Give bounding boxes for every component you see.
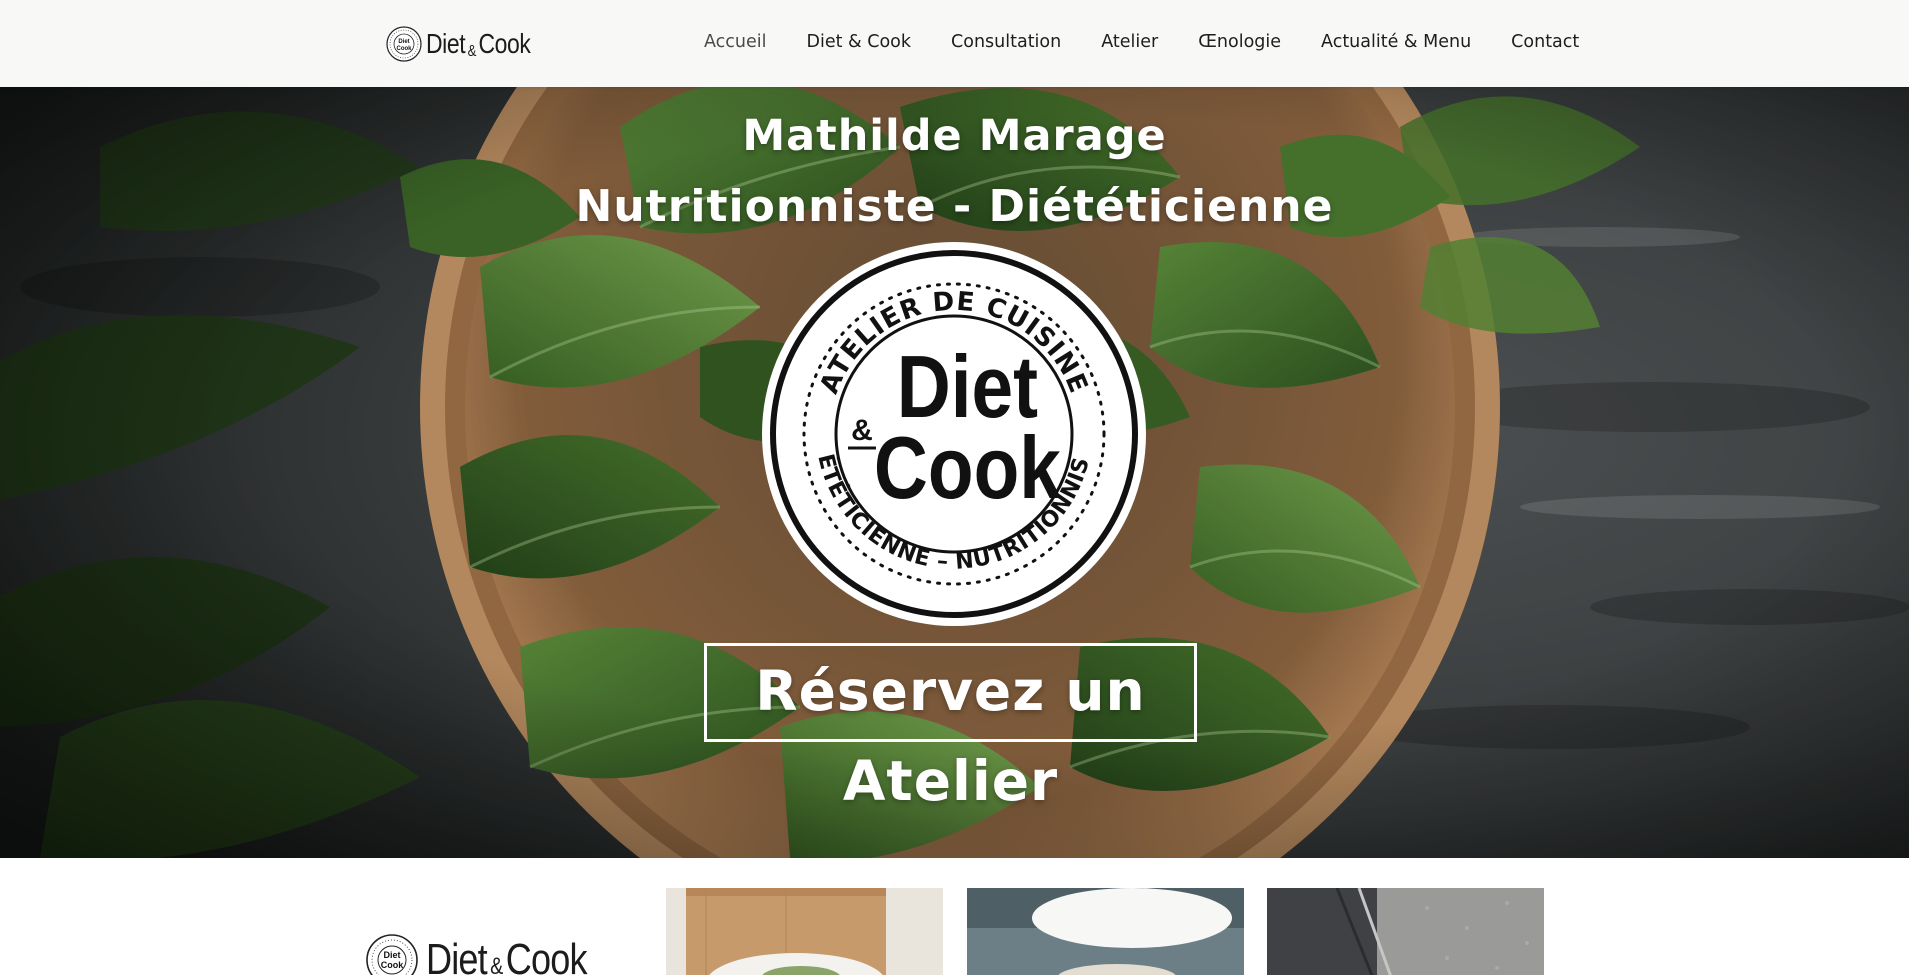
preview-image-napkin[interactable] (1267, 888, 1544, 975)
svg-text:Diet: Diet (383, 950, 400, 960)
preview-image-plate[interactable] (967, 888, 1244, 975)
site-header: Diet Cook Diet &Cook Accueil Diet & Cook … (0, 0, 1909, 87)
logo-wordmark: Diet &Cook (426, 27, 531, 60)
nav-item-oenologie[interactable]: Œnologie (1198, 26, 1281, 58)
hero-banner: Mathilde Marage Nutritionniste - Diététi… (0, 87, 1909, 858)
nav-item-actualite-menu[interactable]: Actualité & Menu (1321, 26, 1471, 58)
diet-cook-seal-logo: ATELIER DE CUISINE DIÉTÉTICIENNE – NUTRI… (751, 221, 1148, 628)
diet-cook-seal-icon: Diet Cook (366, 934, 418, 975)
content-preview-strip: Diet Cook Diet &Cook (0, 858, 1909, 975)
svg-text:Cook: Cook (874, 419, 1062, 517)
nav-item-atelier[interactable]: Atelier (1101, 26, 1158, 58)
svg-text:Cook: Cook (397, 46, 413, 52)
nav-item-contact[interactable]: Contact (1511, 26, 1579, 58)
plate-photo (967, 888, 1244, 975)
main-navigation: Accueil Diet & Cook Consultation Atelier… (704, 26, 1909, 58)
svg-text:&: & (851, 414, 873, 447)
reserve-atelier-button[interactable]: Réservez un Atelier (704, 643, 1197, 813)
cutting-board-photo (666, 888, 943, 975)
footer-logo-wordmark: Diet &Cook (426, 935, 588, 975)
svg-text:Cook: Cook (381, 960, 404, 970)
footer-logo[interactable]: Diet Cook Diet &Cook (366, 934, 622, 975)
diet-cook-seal-icon: Diet Cook (386, 26, 422, 62)
napkin-photo (1267, 888, 1544, 975)
hero-title: Mathilde Marage (742, 111, 1167, 161)
preview-image-cutting-board[interactable] (666, 888, 943, 975)
nav-item-accueil[interactable]: Accueil (704, 26, 767, 58)
seal-emblem-icon: ATELIER DE CUISINE DIÉTÉTICIENNE – NUTRI… (751, 221, 1146, 626)
hero-subtitle: Nutritionniste - Diététicienne (575, 181, 1334, 232)
header-logo[interactable]: Diet Cook Diet &Cook (386, 24, 553, 64)
nav-item-diet-cook[interactable]: Diet & Cook (807, 26, 912, 58)
svg-text:Diet: Diet (398, 39, 409, 45)
nav-item-consultation[interactable]: Consultation (951, 26, 1061, 58)
